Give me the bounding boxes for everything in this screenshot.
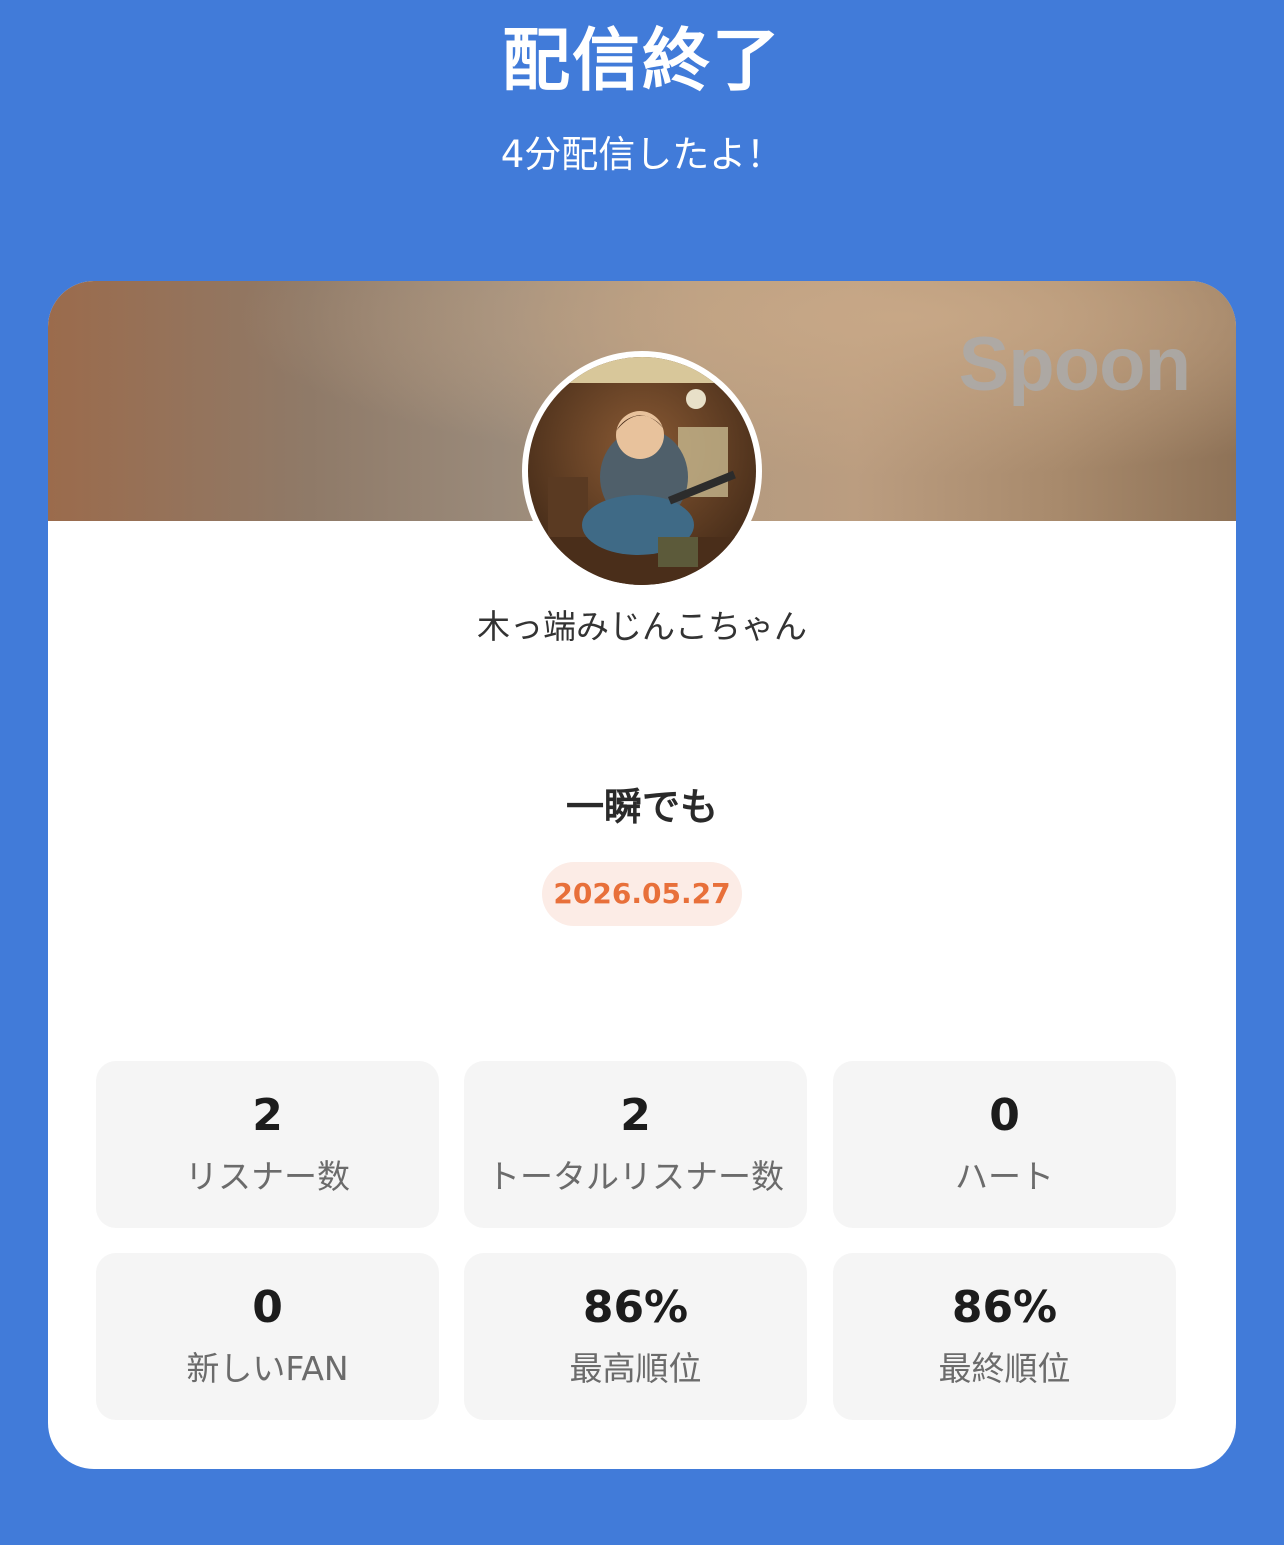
stream-title: 一瞬でも — [565, 785, 718, 829]
stat-final-rank: 86% 最終順位 — [833, 1253, 1176, 1420]
stat-value: 2 — [252, 1090, 283, 1141]
dj-avatar-image — [528, 357, 756, 585]
stat-new-fans: 0 新しいFAN — [96, 1253, 439, 1420]
stat-hearts: 0 ハート — [833, 1061, 1176, 1228]
stat-value: 86% — [951, 1282, 1058, 1333]
stat-total-listeners: 2 トータルリスナー数 — [464, 1061, 807, 1228]
stat-value: 2 — [620, 1090, 651, 1141]
stat-value: 0 — [252, 1282, 283, 1333]
broadcast-duration-subtitle: 4分配信したよ！ — [500, 133, 784, 176]
stat-value: 86% — [582, 1282, 689, 1333]
stat-label: 最終順位 — [938, 1349, 1071, 1388]
stat-highest-rank: 86% 最高順位 — [464, 1253, 807, 1420]
broadcast-summary-card: Spoon 木っ端みじんこちゃん 一瞬でも 2026.05.27 2 リスナー数… — [48, 281, 1236, 1469]
stat-label: 最高順位 — [569, 1349, 702, 1388]
stat-label: トータルリスナー数 — [487, 1157, 784, 1196]
stat-label: リスナー数 — [185, 1157, 350, 1196]
avatar[interactable] — [522, 351, 762, 591]
page-title: 配信終了 — [501, 22, 782, 101]
stat-label: 新しいFAN — [186, 1349, 349, 1388]
stat-label: ハート — [955, 1157, 1054, 1196]
stat-value: 0 — [989, 1090, 1020, 1141]
username: 木っ端みじんこちゃん — [477, 607, 807, 646]
spoon-logo: Spoon — [958, 322, 1191, 407]
stat-listeners: 2 リスナー数 — [96, 1061, 439, 1228]
date-badge: 2026.05.27 — [542, 862, 742, 926]
